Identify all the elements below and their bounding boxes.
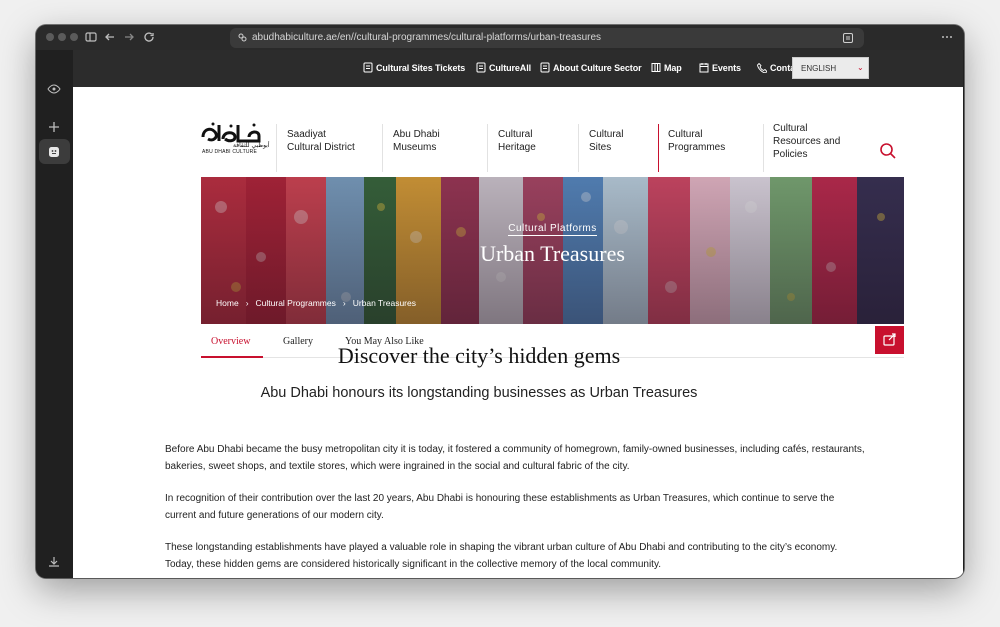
more-options-icon[interactable]	[940, 30, 954, 44]
calendar-icon	[699, 63, 709, 73]
logo-arabic-text: أبوظبي للثقافة	[233, 142, 270, 149]
article-paragraph: These longstanding establishments have p…	[165, 542, 838, 570]
document-icon	[540, 62, 550, 73]
utility-link-tickets[interactable]: Cultural Sites Tickets	[363, 62, 466, 73]
address-bar[interactable]: abudhabiculture.ae/en//cultural-programm…	[230, 28, 864, 48]
chevron-down-icon: ⌄	[857, 63, 864, 72]
hero-title: Urban Treasures	[480, 241, 625, 266]
nav-item-resources[interactable]: Cultural Resources and Policies	[773, 122, 840, 161]
minimize-window-dot[interactable]	[58, 33, 66, 41]
language-value: ENGLISH	[801, 64, 837, 73]
sidebar-toggle-icon[interactable]	[84, 30, 98, 44]
chevron-right-icon: ›	[245, 298, 249, 308]
nav-label: Heritage	[498, 142, 536, 153]
language-select[interactable]: ENGLISH ⌄	[792, 57, 869, 79]
nav-divider-active	[658, 124, 659, 172]
utility-bar: Cultural Sites Tickets CultureAll About …	[73, 50, 963, 87]
breadcrumb: Home › Cultural Programmes › Urban Treasures	[216, 298, 416, 308]
back-arrow-icon[interactable]	[103, 30, 117, 44]
article-subheading: Abu Dhabi honours its longstanding busin…	[260, 385, 698, 401]
article-paragraph: In recognition of their contribution ove…	[165, 493, 835, 521]
nav-label: Programmes	[668, 142, 726, 153]
nav-label: Cultural	[589, 129, 624, 140]
nav-label: Resources and	[773, 136, 841, 147]
utility-link-label: Cultural Sites Tickets	[376, 63, 466, 73]
nav-divider	[763, 124, 764, 172]
downloads-icon[interactable]	[47, 555, 61, 569]
eye-icon[interactable]	[47, 82, 61, 96]
article-paragraph: Before Abu Dhabi became the busy metropo…	[165, 444, 865, 472]
new-tab-plus-icon[interactable]	[47, 120, 61, 134]
hero-subtitle-text: Cultural Platforms	[508, 223, 597, 236]
utility-link-label: Map	[664, 63, 682, 73]
nav-divider	[276, 124, 277, 172]
chevron-right-icon: ›	[342, 298, 346, 308]
nav-label: Saadiyat	[287, 129, 326, 140]
browser-window: abudhabiculture.ae/en//cultural-programm…	[36, 25, 964, 578]
document-icon	[476, 62, 486, 73]
utility-link-cultureall[interactable]: CultureAll	[476, 62, 532, 73]
map-icon	[651, 63, 661, 72]
utility-link-events[interactable]: Events	[699, 63, 741, 73]
breadcrumb-home[interactable]: Home	[216, 298, 239, 308]
logo-english-text: ABU DHABI CULTURE	[202, 149, 257, 155]
reload-icon[interactable]	[142, 30, 156, 44]
nav-label: Museums	[393, 142, 437, 153]
article-heading: Discover the city’s hidden gems	[337, 343, 621, 368]
nav-item-heritage[interactable]: Cultural Heritage	[498, 128, 536, 154]
breadcrumb-cultural-programmes[interactable]: Cultural Programmes	[256, 298, 336, 308]
nav-item-programmes[interactable]: Cultural Programmes	[668, 128, 725, 154]
ticket-icon	[363, 62, 373, 73]
hero-subtitle: Cultural Platforms	[201, 223, 904, 236]
nav-item-sites[interactable]: Cultural Sites	[589, 128, 623, 154]
search-icon[interactable]	[879, 142, 897, 160]
nav-label: Cultural District	[287, 142, 355, 153]
utility-link-label: CultureAll	[489, 63, 532, 73]
utility-link-label: About Culture Sector	[553, 63, 642, 73]
hero-banner: Cultural Platforms Urban Treasures Home ›…	[201, 177, 904, 324]
nav-label: Cultural	[668, 129, 703, 140]
utility-link-label: Events	[712, 63, 741, 73]
site-info-icon[interactable]	[237, 32, 248, 43]
browser-titlebar: abudhabiculture.ae/en//cultural-programm…	[36, 25, 964, 50]
utility-link-about[interactable]: About Culture Sector	[540, 62, 642, 73]
nav-label: Policies	[773, 149, 808, 160]
nav-divider	[578, 124, 579, 172]
close-window-dot[interactable]	[46, 33, 54, 41]
nav-item-museums[interactable]: Abu Dhabi Museums	[393, 128, 440, 154]
forward-arrow-icon[interactable]	[122, 30, 136, 44]
maximize-window-dot[interactable]	[70, 33, 78, 41]
breadcrumb-current: Urban Treasures	[352, 298, 416, 308]
nav-label: Cultural	[498, 129, 533, 140]
nav-item-saadiyat[interactable]: Saadiyat Cultural District	[287, 128, 355, 154]
reader-mode-icon[interactable]	[842, 32, 854, 44]
nav-label: Cultural	[773, 123, 808, 134]
nav-divider	[487, 124, 488, 172]
browser-sidebar	[36, 50, 73, 578]
phone-icon	[757, 62, 767, 73]
nav-label: Sites	[589, 142, 612, 153]
url-text: abudhabiculture.ae/en//cultural-programm…	[252, 32, 602, 43]
nav-divider	[382, 124, 383, 172]
utility-link-map[interactable]: Map	[651, 63, 682, 73]
nav-label: Abu Dhabi	[393, 129, 440, 140]
tab-favicon-icon[interactable]	[47, 145, 61, 159]
